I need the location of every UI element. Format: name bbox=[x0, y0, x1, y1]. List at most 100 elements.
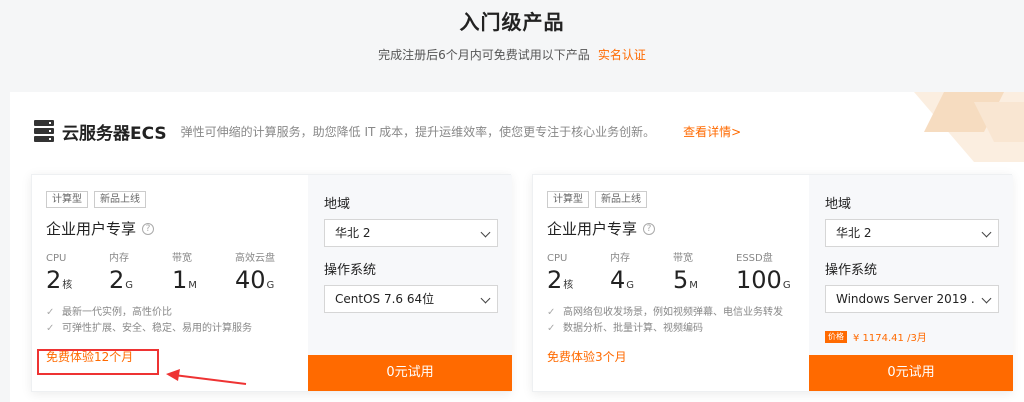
spec-item: 内存 4G bbox=[610, 253, 673, 295]
spec-unit: G bbox=[626, 280, 635, 291]
server-icon bbox=[34, 120, 54, 142]
ecs-title: 云服务器ECS bbox=[62, 123, 167, 144]
trial-duration: 免费体验12个月 bbox=[46, 350, 134, 364]
spec-list: CPU 2核 内存 2G 带宽 1M 高效云盘 40G bbox=[46, 253, 308, 295]
spec-value: 4 bbox=[610, 266, 626, 294]
tag-list: 计算型 新品上线 bbox=[46, 191, 308, 208]
os-value: CentOS 7.6 64位 bbox=[335, 292, 435, 306]
check-icon: ✓ bbox=[46, 323, 55, 334]
region-select[interactable]: 华北 2 bbox=[324, 219, 498, 247]
check-icon: ✓ bbox=[547, 323, 556, 334]
spec-list: CPU 2核 内存 4G 带宽 5M ESSD盘 100G bbox=[547, 253, 809, 295]
spec-value: 100 bbox=[736, 266, 782, 294]
details-link[interactable]: 查看详情> bbox=[683, 123, 741, 140]
spec-unit: G bbox=[782, 280, 791, 291]
feature-list: ✓ 高网络包收发场景，例如视频弹幕、电信业务转发 ✓ 数据分析、批量计算、视频编码 bbox=[547, 305, 809, 337]
trial-duration: 免费体验3个月 bbox=[547, 350, 627, 364]
spec-label: CPU bbox=[46, 253, 67, 264]
tag: 计算型 bbox=[547, 191, 589, 208]
card-config: 地域 华北 2 操作系统 Windows Server 2019 ... 价格 … bbox=[809, 175, 1013, 391]
os-label: 操作系统 bbox=[324, 263, 377, 278]
spec-value: 40 bbox=[235, 266, 266, 294]
region-select[interactable]: 华北 2 bbox=[825, 219, 999, 247]
spec-value: 5 bbox=[673, 266, 689, 294]
card-title-text: 企业用户专享 bbox=[547, 220, 638, 238]
card-title: 企业用户专享 ? bbox=[547, 218, 809, 239]
card-config: 地域 华北 2 操作系统 CentOS 7.6 64位 0元试用 bbox=[308, 175, 512, 391]
spec-label: 带宽 bbox=[673, 253, 693, 264]
spec-label: ESSD盘 bbox=[736, 253, 773, 264]
region-value: 华北 2 bbox=[335, 226, 371, 240]
decorative-background-icon bbox=[914, 92, 1024, 162]
free-trial-button[interactable]: 0元试用 bbox=[308, 355, 512, 391]
card-title: 企业用户专享 ? bbox=[46, 218, 308, 239]
ecs-section: 云服务器ECS 弹性可伸缩的计算服务，助您降低 IT 成本，提升运维效率，使您更… bbox=[10, 92, 1024, 402]
product-card: 计算型 新品上线 企业用户专享 ? CPU 2核 内存 4G 带宽 5M ESS… bbox=[532, 174, 1013, 392]
feature-item: ✓ 高网络包收发场景，例如视频弹幕、电信业务转发 bbox=[547, 305, 809, 321]
product-card: 计算型 新品上线 企业用户专享 ? CPU 2核 内存 2G 带宽 1M 高效云… bbox=[31, 174, 512, 392]
spec-value: 2 bbox=[46, 266, 62, 294]
help-icon[interactable]: ? bbox=[643, 222, 656, 235]
spec-unit: M bbox=[188, 280, 197, 291]
subtitle-text: 完成注册后6个月内可免费试用以下产品 bbox=[378, 48, 590, 62]
feature-item: ✓ 数据分析、批量计算、视频编码 bbox=[547, 321, 809, 337]
spec-value: 1 bbox=[172, 266, 188, 294]
price-line: 价格 ¥ 1174.41 /3月 bbox=[825, 329, 927, 344]
spec-item: 高效云盘 40G bbox=[235, 253, 298, 295]
region-value: 华北 2 bbox=[836, 226, 872, 240]
feature-text: 高网络包收发场景，例如视频弹幕、电信业务转发 bbox=[563, 307, 783, 318]
feature-item: ✓ 可弹性扩展、安全、稳定、易用的计算服务 bbox=[46, 321, 308, 337]
spec-item: 带宽 1M bbox=[172, 253, 235, 295]
chevron-down-icon bbox=[981, 227, 992, 238]
spec-unit: 核 bbox=[62, 280, 73, 291]
tag-list: 计算型 新品上线 bbox=[547, 191, 809, 208]
spec-label: CPU bbox=[547, 253, 568, 264]
feature-text: 最新一代实例，高性价比 bbox=[62, 307, 172, 318]
region-label: 地域 bbox=[825, 197, 852, 212]
check-icon: ✓ bbox=[547, 307, 556, 318]
spec-item: CPU 2核 bbox=[547, 253, 610, 295]
feature-item: ✓ 最新一代实例，高性价比 bbox=[46, 305, 308, 321]
spec-unit: G bbox=[125, 280, 134, 291]
chevron-down-icon bbox=[981, 293, 992, 304]
os-value: Windows Server 2019 ... bbox=[836, 292, 976, 306]
tag: 新品上线 bbox=[595, 191, 647, 208]
card-info: 计算型 新品上线 企业用户专享 ? CPU 2核 内存 2G 带宽 1M 高效云… bbox=[32, 175, 308, 391]
os-select[interactable]: Windows Server 2019 ... bbox=[825, 285, 999, 313]
card-info: 计算型 新品上线 企业用户专享 ? CPU 2核 内存 4G 带宽 5M ESS… bbox=[533, 175, 809, 391]
ecs-description: 弹性可伸缩的计算服务，助您降低 IT 成本，提升运维效率，使您更专注于核心业务创… bbox=[180, 124, 656, 139]
os-label: 操作系统 bbox=[825, 263, 878, 278]
spec-value: 2 bbox=[547, 266, 563, 294]
price-value: ¥ 1174.41 /3月 bbox=[853, 333, 927, 344]
ecs-header: 云服务器ECS 弹性可伸缩的计算服务，助您降低 IT 成本，提升运维效率，使您更… bbox=[34, 116, 741, 146]
chevron-down-icon bbox=[480, 227, 491, 238]
tag: 新品上线 bbox=[94, 191, 146, 208]
price-badge: 价格 bbox=[825, 330, 847, 343]
help-icon[interactable]: ? bbox=[142, 222, 155, 235]
feature-text: 可弹性扩展、安全、稳定、易用的计算服务 bbox=[62, 323, 252, 334]
os-select[interactable]: CentOS 7.6 64位 bbox=[324, 285, 498, 313]
spec-label: 内存 bbox=[610, 253, 630, 264]
spec-unit: M bbox=[689, 280, 698, 291]
spec-unit: G bbox=[266, 280, 275, 291]
spec-item: ESSD盘 100G bbox=[736, 253, 799, 295]
free-trial-button[interactable]: 0元试用 bbox=[809, 355, 1013, 391]
spec-label: 带宽 bbox=[172, 253, 192, 264]
tag: 计算型 bbox=[46, 191, 88, 208]
spec-item: CPU 2核 bbox=[46, 253, 109, 295]
page-title: 入门级产品 bbox=[459, 10, 565, 34]
card-title-text: 企业用户专享 bbox=[46, 220, 137, 238]
annotation-arrow-icon bbox=[166, 369, 247, 385]
spec-unit: 核 bbox=[563, 280, 574, 291]
page-subtitle: 完成注册后6个月内可免费试用以下产品 实名认证 bbox=[0, 46, 1024, 63]
spec-label: 高效云盘 bbox=[235, 253, 275, 264]
spec-item: 内存 2G bbox=[109, 253, 172, 295]
region-label: 地域 bbox=[324, 197, 351, 212]
spec-label: 内存 bbox=[109, 253, 129, 264]
feature-text: 数据分析、批量计算、视频编码 bbox=[563, 323, 703, 334]
check-icon: ✓ bbox=[46, 307, 55, 318]
spec-value: 2 bbox=[109, 266, 125, 294]
verify-link[interactable]: 实名认证 bbox=[598, 48, 646, 62]
chevron-down-icon bbox=[480, 293, 491, 304]
spec-item: 带宽 5M bbox=[673, 253, 736, 295]
